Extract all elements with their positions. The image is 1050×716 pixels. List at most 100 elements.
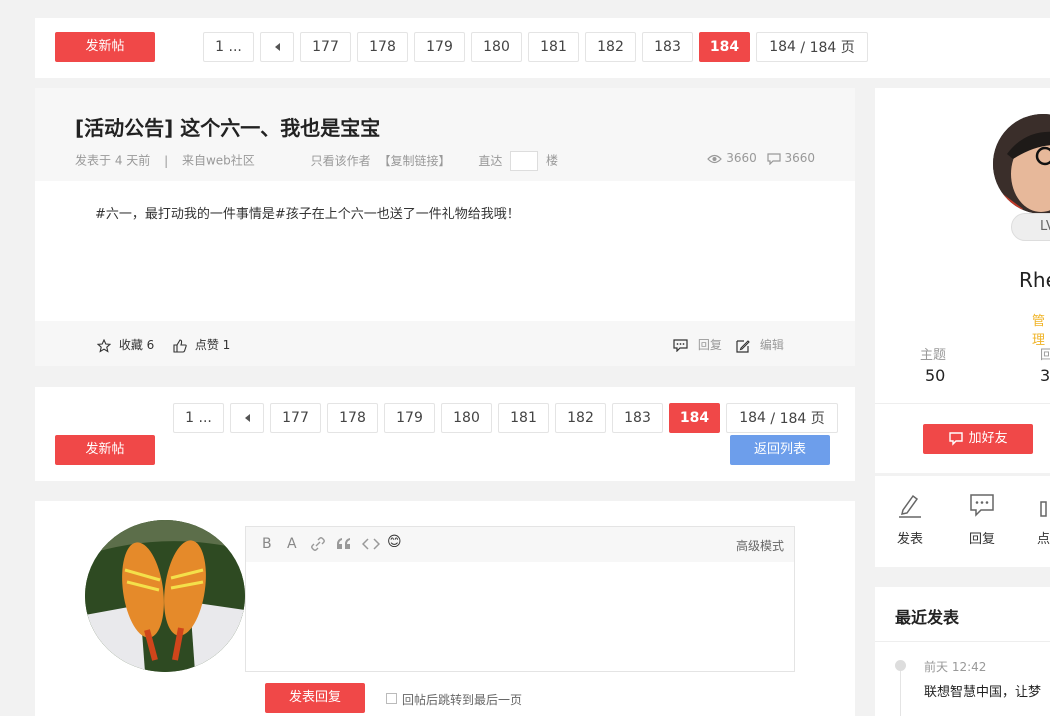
profile-name[interactable]: Rhe [1019,268,1050,292]
action-reply[interactable]: 回复 [967,492,997,547]
post-title: [活动公告] 这个六一、我也是宝宝 [75,116,381,140]
meta-separator: | [164,153,169,168]
post-content: #六一，最打动我的一件事情是#孩子在上个六一也送了一件礼物给我哦！ [95,207,520,222]
jump-last-page-checkbox[interactable] [386,693,397,704]
page-181[interactable]: 181 [498,403,549,433]
reply-count: 3660 [784,151,815,165]
action-post-label: 发表 [896,532,923,547]
edit-icon [736,339,750,353]
recent-item-time: 前天 12:42 [924,660,987,674]
post-time: 发表于 4 天前 [75,153,151,168]
action-like-label: 点 [1037,532,1050,547]
stat-topics-value: 50 [925,366,946,385]
level-badge-text: LV [1040,219,1050,234]
page-current[interactable]: 184 [699,32,750,62]
recent-posts-title: 最近发表 [895,608,960,627]
page-first-button[interactable]: 1 ... [203,32,254,62]
page-total-label: / 184 页 [765,411,825,427]
advanced-mode-link[interactable]: 高级模式 [736,537,784,554]
add-friend-button[interactable]: 加好友 [923,424,1033,454]
add-friend-icon [949,431,964,446]
new-post-button[interactable]: 发新帖 [55,435,155,465]
profile-divider [875,403,1050,404]
code-icon[interactable] [362,537,380,551]
thumbs-up-icon [173,338,187,353]
recent-divider [875,641,1050,642]
profile-photo [993,114,1050,214]
like-icon [1040,501,1047,517]
page-prev-button[interactable] [260,32,294,62]
level-badge: LV [1011,213,1050,241]
page-177[interactable]: 177 [270,403,321,433]
page-178[interactable]: 178 [327,403,378,433]
stat-topics-label: 主题 [920,348,947,363]
emoji-icon[interactable]: 😊 [387,534,402,550]
stat-replies-label: 回 [1040,348,1050,363]
bold-tool[interactable]: B [262,536,272,552]
editor-toolbar: B A 😊 高级模式 [246,527,794,562]
page-179[interactable]: 179 [414,32,465,62]
timeline-line [900,665,901,716]
font-tool[interactable]: A [287,536,297,552]
favorite-label: 收藏 6 [118,338,155,352]
copy-link[interactable]: 【复制链接】 [378,154,450,168]
page-prev-button[interactable] [230,403,264,433]
profile-actions: 发表 回复 点 [875,476,1050,567]
jump-last-page-label: 回帖后跳转到最后一页 [402,693,523,707]
page-current[interactable]: 184 [669,403,720,433]
only-author-link[interactable]: 只看该作者 [311,154,371,168]
chevron-left-icon [244,414,250,422]
action-reply-label: 回复 [968,532,995,547]
profile-role: 管理 [1032,314,1046,348]
chat-icon [970,494,994,517]
add-friend-label: 加好友 [968,431,1008,446]
page-total-label: / 184 页 [795,40,855,56]
quote-icon[interactable] [336,537,352,551]
recent-posts: 最近发表 前天 12:42 联想智慧中国，让梦 [875,587,1050,716]
page-178[interactable]: 178 [357,32,408,62]
stat-replies-value: 3 [1040,366,1050,385]
star-icon [97,338,111,353]
new-post-button[interactable]: 发新帖 [55,32,155,62]
recent-item-link[interactable]: 联想智慧中国，让梦 [924,681,1041,700]
avatar-photo [85,520,245,672]
page-179[interactable]: 179 [384,403,435,433]
timeline-dot [895,660,906,671]
profile-avatar[interactable] [993,114,1050,214]
floor-label: 楼 [545,153,558,168]
action-like[interactable]: 点 [1037,492,1050,547]
page-181[interactable]: 181 [528,32,579,62]
page-180[interactable]: 180 [441,403,492,433]
page-jump-total[interactable]: 184 / 184 页 [756,32,868,62]
like-button[interactable]: 点赞 1 [173,336,230,353]
page-jump-total[interactable]: 184 / 184 页 [726,403,838,433]
favorite-button[interactable]: 收藏 6 [97,336,154,353]
edit-label: 编辑 [759,338,784,352]
page-jump-input[interactable]: 184 [769,39,796,55]
goto-floor-input[interactable] [510,151,539,171]
page-182[interactable]: 182 [555,403,606,433]
reply-button[interactable]: 回复 [673,336,722,353]
post-footer: 收藏 6 点赞 1 回复 编辑 [35,321,855,366]
back-to-list-button[interactable]: 返回列表 [730,435,830,465]
page-jump-input[interactable]: 184 [739,410,766,426]
post-meta: 发表于 4 天前 | 来自web社区 只看该作者 【复制链接】 直达 楼 366… [75,151,815,171]
page-182[interactable]: 182 [585,32,636,62]
link-icon[interactable] [310,536,326,552]
reply-textarea[interactable] [246,562,794,671]
page-183[interactable]: 183 [642,32,693,62]
comment-icon [767,152,781,165]
page-177[interactable]: 177 [300,32,351,62]
reply-icon [673,339,688,352]
page-180[interactable]: 180 [471,32,522,62]
action-post[interactable]: 发表 [895,492,925,547]
page-first-button[interactable]: 1 ... [173,403,224,433]
reply-label: 回复 [697,338,722,352]
view-count: 3660 [726,151,757,165]
submit-reply-button[interactable]: 发表回复 [265,683,365,713]
reply-card: B A 😊 高级模式 发表回复 回帖后跳转到最后一页 [35,501,855,716]
page-183[interactable]: 183 [612,403,663,433]
eye-icon [707,154,723,163]
edit-button[interactable]: 编辑 [736,336,784,353]
profile-card: LV Rhe 管理 主题 50 回 3 加好友 [875,88,1050,473]
